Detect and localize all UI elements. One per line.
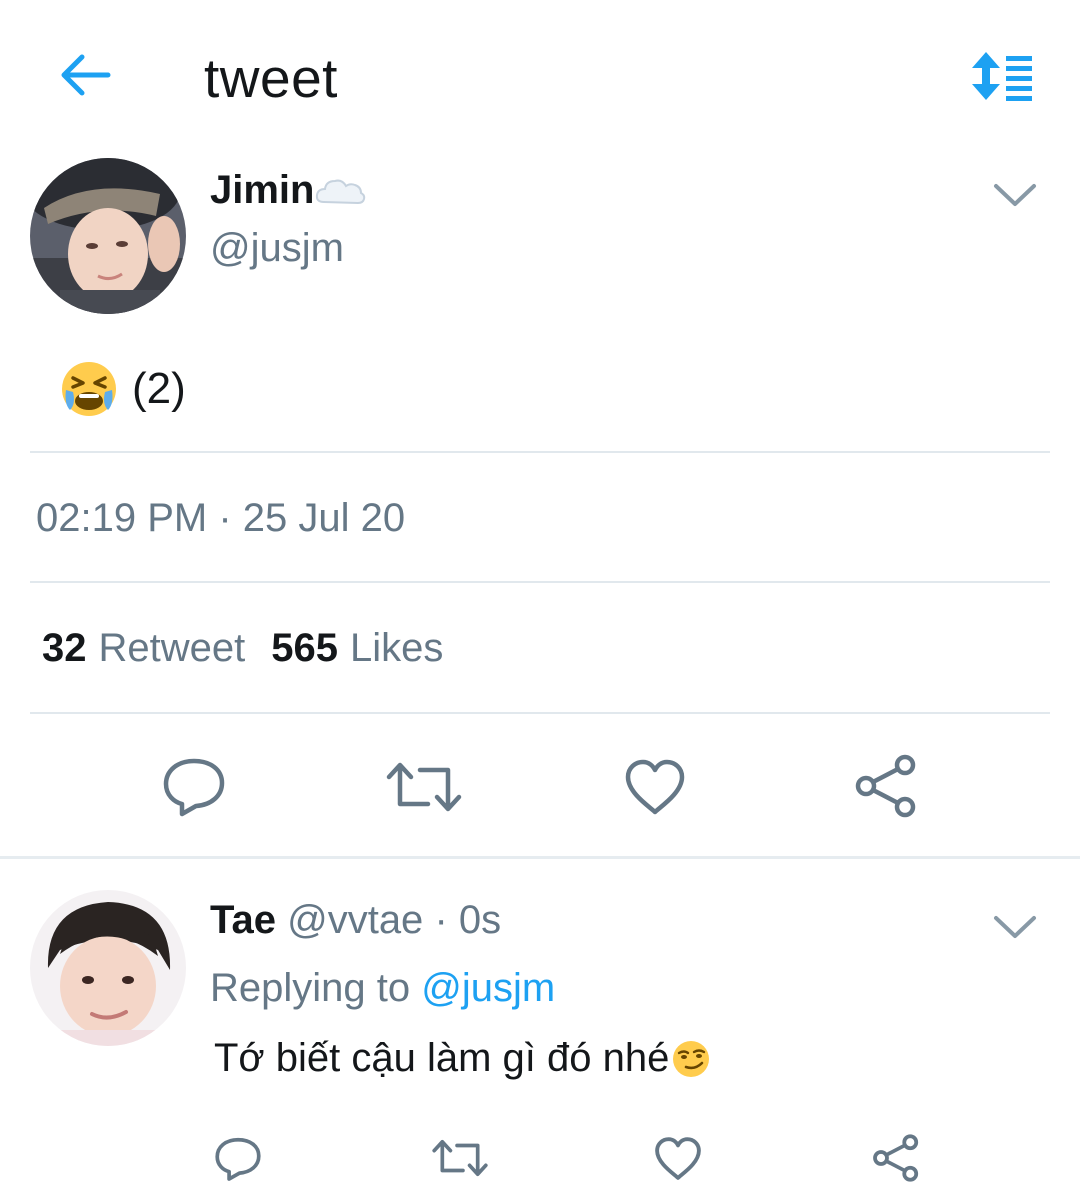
like-label[interactable]: Likes bbox=[350, 626, 443, 671]
cloud-icon bbox=[315, 179, 366, 205]
tweet-stats: 32 Retweet 565 Likes bbox=[42, 626, 443, 671]
retweet-button[interactable] bbox=[386, 760, 462, 819]
share-icon bbox=[855, 754, 916, 818]
divider bbox=[30, 581, 1050, 583]
reply-icon bbox=[215, 1137, 261, 1181]
divider bbox=[30, 451, 1050, 453]
section-separator bbox=[0, 856, 1080, 859]
retweet-count: 32 bbox=[42, 626, 87, 670]
replying-label: Replying to bbox=[210, 966, 411, 1010]
replying-to: Replying to @jusjm bbox=[210, 966, 555, 1011]
share-icon bbox=[873, 1134, 919, 1182]
reply-button[interactable] bbox=[162, 756, 226, 823]
reply-share-button[interactable] bbox=[872, 1134, 920, 1187]
reply-time: · 0s bbox=[434, 898, 502, 942]
page-title: tweet bbox=[204, 47, 338, 109]
sort-button[interactable] bbox=[968, 50, 1036, 102]
retweet-icon bbox=[386, 762, 462, 812]
share-button[interactable] bbox=[854, 754, 918, 823]
reply-retweet-button[interactable] bbox=[432, 1138, 488, 1183]
tweet-text: (2) bbox=[60, 360, 186, 418]
author-handle[interactable]: @jusjm bbox=[210, 226, 344, 271]
like-button[interactable] bbox=[624, 758, 686, 821]
author-name[interactable]: Jimin bbox=[210, 168, 314, 213]
chevron-down-icon bbox=[994, 916, 1036, 938]
chevron-down-icon bbox=[994, 184, 1036, 206]
replying-mention[interactable]: @jusjm bbox=[421, 966, 555, 1010]
reply-icon bbox=[163, 758, 225, 817]
reply-reply-button[interactable] bbox=[214, 1136, 262, 1187]
reply-text: Tớ biết cậu làm gì đó nhé bbox=[214, 1036, 711, 1081]
reply-header: Tae @vvtae · 0s bbox=[210, 898, 501, 943]
smirking-face-emoji bbox=[673, 1040, 710, 1077]
author-avatar[interactable] bbox=[30, 158, 186, 314]
reply-options-button[interactable] bbox=[992, 912, 1038, 942]
arrow-left-icon bbox=[61, 54, 111, 96]
tweet-timestamp: 02:19 PM · 25 Jul 20 bbox=[36, 496, 406, 540]
retweet-icon bbox=[432, 1139, 488, 1177]
back-button[interactable] bbox=[56, 50, 114, 100]
reply-like-button[interactable] bbox=[654, 1136, 702, 1186]
like-icon bbox=[625, 759, 685, 815]
retweet-label[interactable]: Retweet bbox=[99, 626, 246, 671]
reply-author-avatar[interactable] bbox=[30, 890, 186, 1046]
reply-text-content: Tớ biết cậu làm gì đó nhé bbox=[214, 1036, 670, 1080]
like-icon bbox=[655, 1137, 701, 1180]
divider bbox=[30, 712, 1050, 714]
reply-author-handle[interactable]: @vvtae bbox=[287, 898, 423, 942]
crying-face-emoji bbox=[62, 362, 116, 416]
reply-author-name[interactable]: Tae bbox=[210, 898, 276, 942]
sort-list-icon bbox=[972, 52, 1032, 101]
tweet-options-button[interactable] bbox=[992, 180, 1038, 210]
tweet-text-content: (2) bbox=[132, 364, 186, 413]
like-count: 565 bbox=[271, 626, 338, 670]
